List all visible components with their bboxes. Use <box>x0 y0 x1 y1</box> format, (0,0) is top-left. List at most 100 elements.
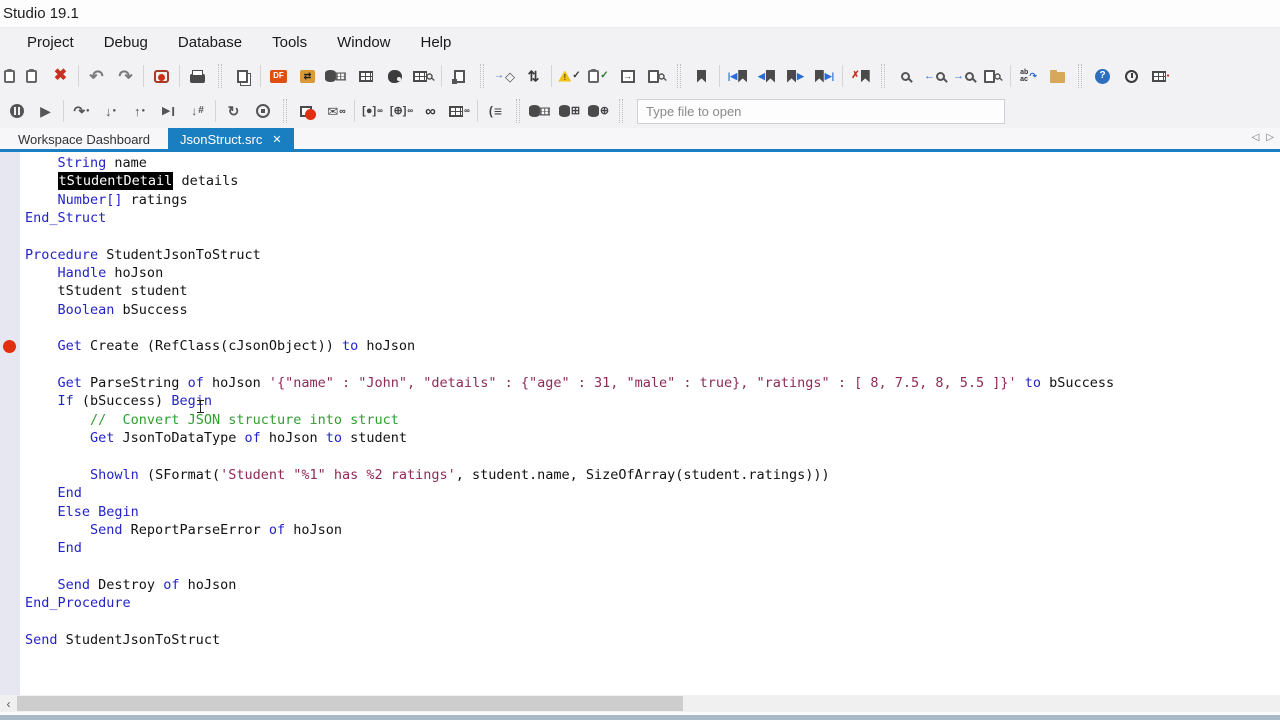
code-line[interactable]: End <box>25 539 1280 557</box>
last-bookmark-icon[interactable]: ▶| <box>810 62 839 90</box>
start-debug-icon[interactable]: ▶ <box>31 97 60 125</box>
window-layout-icon[interactable]: ▪ <box>1146 62 1175 90</box>
redo-icon[interactable]: ↷ <box>111 62 140 90</box>
run-to-cursor-icon[interactable]: ▶ I <box>154 97 183 125</box>
replace-in-files-icon[interactable] <box>1043 62 1072 90</box>
code-line[interactable]: If (bSuccess) Begin <box>25 392 1280 410</box>
find-next-icon[interactable]: → <box>949 62 978 90</box>
menu-tools[interactable]: Tools <box>257 28 322 58</box>
code-line[interactable]: // Convert JSON structure into struct <box>25 411 1280 429</box>
code-editor[interactable]: String name tStudentDetail details Numbe… <box>0 152 1280 695</box>
stop-debug-icon[interactable] <box>248 97 277 125</box>
dataflex-studio-icon[interactable]: DF <box>264 62 293 90</box>
code-line[interactable]: Send StudentJsonToStruct <box>25 631 1280 649</box>
clear-bookmarks-icon[interactable]: ✗ <box>846 62 875 90</box>
locals-icon[interactable]: ∞ <box>416 97 445 125</box>
copy-code-icon[interactable] <box>228 62 257 90</box>
table-lookup-icon[interactable] <box>409 62 438 90</box>
toggle-breakpoint-icon[interactable] <box>293 97 322 125</box>
code-line[interactable]: Send ReportParseError of hoJson <box>25 521 1280 539</box>
menu-database[interactable]: Database <box>163 28 257 58</box>
code-line[interactable]: Send Destroy of hoJson <box>25 576 1280 594</box>
print-icon[interactable] <box>183 62 212 90</box>
menu-help[interactable]: Help <box>406 28 467 58</box>
menu-project[interactable]: Project <box>12 28 89 58</box>
code-line[interactable]: tStudentDetail details <box>25 172 1280 191</box>
code-line[interactable]: Boolean bSuccess <box>25 301 1280 319</box>
step-into-icon[interactable]: ↓ ● <box>96 97 125 125</box>
whats-new-icon[interactable] <box>1117 62 1146 90</box>
find-in-files-icon[interactable] <box>978 62 1007 90</box>
code-line[interactable] <box>25 613 1280 631</box>
code-line[interactable]: Else Begin <box>25 503 1280 521</box>
tab-scroll-right-icon[interactable]: ▷ <box>1266 132 1274 143</box>
pause-icon[interactable] <box>2 97 31 125</box>
editor-gutter[interactable] <box>0 152 20 695</box>
db-builder-icon[interactable]: ⊞ <box>555 97 584 125</box>
todo-list-icon[interactable]: ✓ <box>584 62 613 90</box>
find-prev-icon[interactable]: ← <box>920 62 949 90</box>
code-line[interactable] <box>25 356 1280 374</box>
code-line[interactable]: tStudent student <box>25 282 1280 300</box>
code-line[interactable]: End_Procedure <box>25 594 1280 612</box>
styles-icon[interactable] <box>380 62 409 90</box>
db-explorer-icon[interactable] <box>526 97 555 125</box>
code-line[interactable]: Showln (SFormat('Student "%1" has %2 rat… <box>25 466 1280 484</box>
scrollbar-track[interactable] <box>17 695 1280 712</box>
references-icon[interactable]: ⇅ <box>519 62 548 90</box>
check-errors-icon[interactable]: ! ✓ <box>555 62 584 90</box>
df-migrate-icon[interactable]: ⇄ <box>293 62 322 90</box>
code-area[interactable]: String name tStudentDetail details Numbe… <box>25 154 1280 649</box>
tab-jsonstruct-src[interactable]: JsonStruct.src ✕ <box>168 128 294 152</box>
web-app-server-icon[interactable]: ⊕ <box>584 97 613 125</box>
tab-workspace-dashboard[interactable]: Workspace Dashboard <box>0 128 168 152</box>
step-over-icon[interactable]: ↷ ● <box>67 97 96 125</box>
data-dictionary-icon[interactable] <box>322 62 351 90</box>
table-editor-icon[interactable] <box>351 62 380 90</box>
toggle-bookmark-icon[interactable] <box>687 62 716 90</box>
set-next-statement-icon[interactable]: ↓ # <box>183 97 212 125</box>
scroll-left-arrow-icon[interactable]: ‹ <box>0 695 17 712</box>
deploy-icon[interactable]: → ◇ <box>490 62 519 90</box>
code-line[interactable] <box>25 227 1280 245</box>
file-open-input[interactable] <box>637 98 1005 124</box>
continue-icon[interactable]: ↻ <box>219 97 248 125</box>
menu-window[interactable]: Window <box>322 28 405 58</box>
undo-icon[interactable]: ↶ <box>82 62 111 90</box>
paste-edge-icon[interactable] <box>2 62 17 90</box>
next-bookmark-icon[interactable]: ▶ <box>781 62 810 90</box>
replace-icon[interactable]: ab ac ↷ <box>1014 62 1043 90</box>
scrollbar-thumb[interactable] <box>17 696 683 711</box>
watch-icon[interactable]: [●] ∞ <box>358 97 387 125</box>
breakpoint-dot[interactable] <box>3 339 16 353</box>
close-tab-icon[interactable]: ✕ <box>272 128 281 152</box>
code-line[interactable]: End_Struct <box>25 209 1280 227</box>
code-line[interactable]: Number[] ratings <box>25 191 1280 209</box>
code-line[interactable]: String name <box>25 154 1280 172</box>
help-icon[interactable]: ? <box>1088 62 1117 90</box>
prev-bookmark-icon[interactable]: ◀ <box>752 62 781 90</box>
find-icon[interactable] <box>891 62 920 90</box>
call-stack-icon[interactable]: (≡ <box>481 97 510 125</box>
preview-icon[interactable] <box>642 62 671 90</box>
menu-debug[interactable]: Debug <box>89 28 163 58</box>
web-watch-icon[interactable]: [⊕] ∞ <box>387 97 416 125</box>
compile-icon[interactable] <box>147 62 176 90</box>
breakpoint-list-icon[interactable]: ✉ ∞ <box>322 97 351 125</box>
code-line[interactable] <box>25 558 1280 576</box>
code-line[interactable]: Handle hoJson <box>25 264 1280 282</box>
code-line[interactable] <box>25 319 1280 337</box>
code-line[interactable]: Get JsonToDataType of hoJson to student <box>25 429 1280 447</box>
code-line[interactable] <box>25 448 1280 466</box>
code-line[interactable]: Get ParseString of hoJson '{"name" : "Jo… <box>25 374 1280 392</box>
code-line[interactable]: Procedure StudentJsonToStruct <box>25 246 1280 264</box>
tab-scroll-left-icon[interactable]: ◁ <box>1252 132 1260 143</box>
array-watch-icon[interactable]: ∞ <box>445 97 474 125</box>
new-file-icon[interactable] <box>445 62 474 90</box>
step-out-icon[interactable]: ↑ ● <box>125 97 154 125</box>
delete-icon[interactable]: ✖ <box>46 62 75 90</box>
first-bookmark-icon[interactable]: |◀ <box>723 62 752 90</box>
run-program-icon[interactable]: → <box>613 62 642 90</box>
paste-icon[interactable] <box>17 62 46 90</box>
code-line[interactable]: End <box>25 484 1280 502</box>
